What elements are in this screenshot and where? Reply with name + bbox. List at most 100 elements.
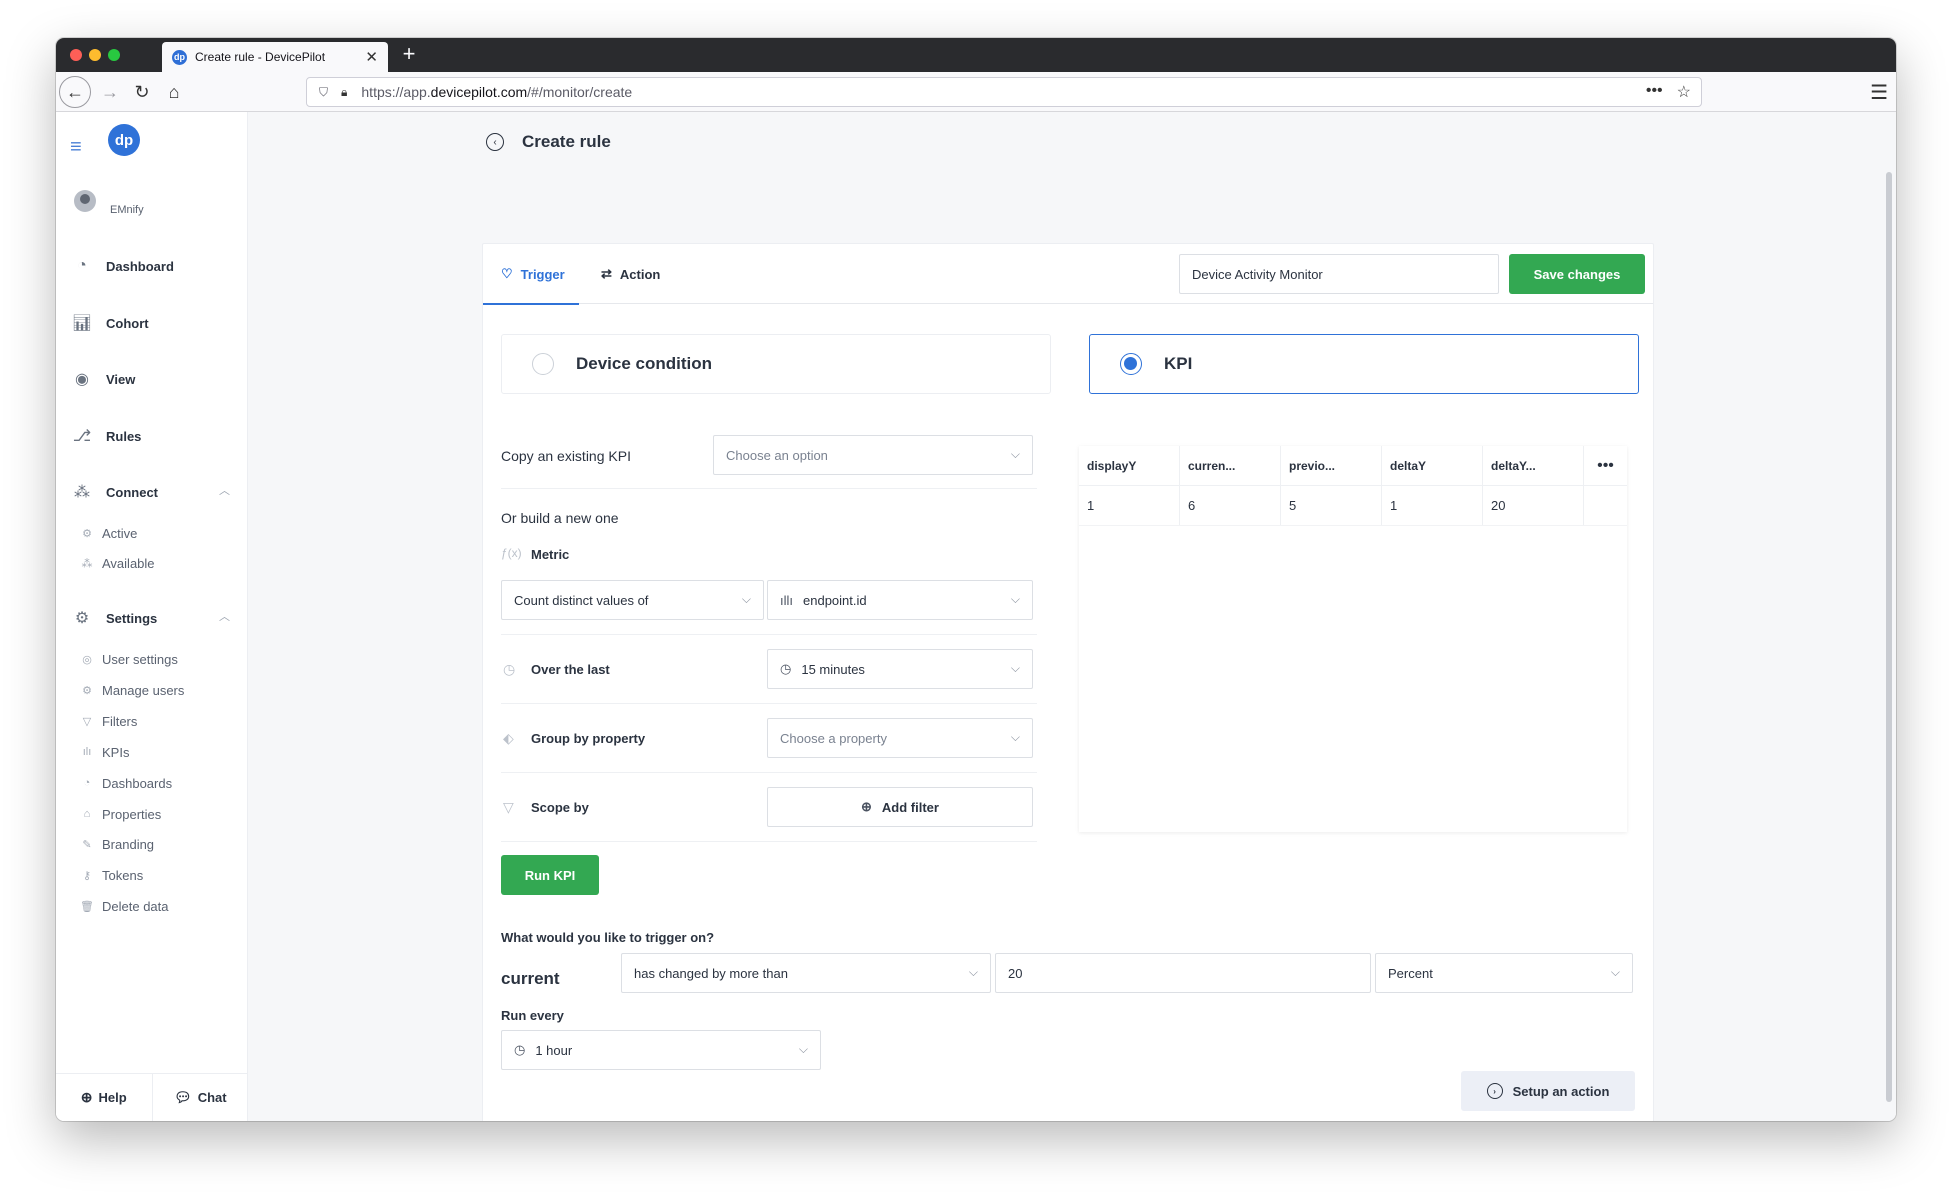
clock-icon: ◷ (780, 661, 792, 676)
device-condition-option[interactable]: Device condition (501, 334, 1051, 394)
forward-button[interactable]: → (94, 76, 126, 108)
address-bar[interactable]: ⛉ 🔒︎ https://app.devicepilot.com/#/monit… (306, 77, 1702, 107)
sidebar-item-view[interactable]: ◉ View (70, 365, 240, 393)
sidebar-subitem-manage-users[interactable]: ⚙ Manage users (80, 680, 184, 700)
kpi-option[interactable]: KPI (1089, 334, 1639, 394)
sidebar-footer: ⊕ Help 💬︎ Chat (56, 1073, 248, 1121)
close-window-button[interactable] (70, 49, 82, 61)
page-header: ‹ Create rule (486, 132, 611, 152)
back-button[interactable]: ← (59, 76, 91, 108)
sidebar-item-label: View (106, 371, 136, 387)
sidebar-subitem-label: Delete data (102, 898, 169, 914)
home-button[interactable]: ⌂ (158, 76, 190, 108)
page-title: Create rule (522, 132, 611, 151)
lock-icon[interactable]: 🔒︎ (341, 85, 347, 100)
swap-arrows-icon: ⇄ (601, 266, 612, 281)
chevron-up-icon[interactable]: ︿ (219, 608, 230, 624)
sidebar-item-cohort[interactable]: 📊︎ Cohort (70, 309, 240, 337)
sidebar-subitem-branding[interactable]: ✎ Branding (80, 834, 154, 854)
network-icon: ⁂ (74, 484, 90, 501)
network-icon: ⁂ (81, 557, 93, 570)
tracking-shield-icon[interactable]: ⛉ (319, 85, 333, 99)
sidebar-subitem-available[interactable]: ⁂ Available (80, 553, 155, 573)
metric-field-select[interactable]: ıllı endpoint.id ⌵ (767, 580, 1033, 620)
sidebar-item-settings[interactable]: ⚙ Settings ︿ (70, 604, 240, 632)
sidebar-item-rules[interactable]: ⎇ Rules (70, 422, 240, 450)
sidebar-subitem-tokens[interactable]: ⚷ Tokens (80, 865, 143, 885)
reload-button[interactable]: ↻ (126, 76, 158, 108)
run-kpi-button[interactable]: Run KPI (501, 855, 599, 895)
bookmark-star-icon[interactable]: ☆ (1677, 82, 1691, 102)
devicepilot-logo[interactable]: dp (108, 124, 140, 156)
page-actions-icon[interactable]: ••• (1646, 82, 1663, 102)
chevron-down-icon: ⌵ (1610, 965, 1620, 979)
back-arrow-icon[interactable]: ‹ (486, 133, 504, 151)
threshold-input[interactable] (995, 953, 1371, 993)
sidebar-subitem-delete-data[interactable]: 🗑︎ Delete data (80, 896, 169, 916)
sidebar-subitem-filters[interactable]: ▽ Filters (80, 711, 138, 731)
user-name[interactable]: EMnify (110, 204, 144, 216)
setup-action-button[interactable]: › Setup an action (1461, 1071, 1635, 1111)
hamburger-menu-icon[interactable]: ≡ (70, 136, 82, 159)
chevron-up-icon[interactable]: ︿ (219, 482, 230, 498)
sidebar-subitem-label: Filters (102, 713, 138, 729)
table-header-cell[interactable]: deltaY (1382, 446, 1483, 485)
sidebar-subitem-active[interactable]: ⚙ Active (80, 523, 137, 543)
browser-menu-icon[interactable]: ☰ (1870, 80, 1888, 105)
condition-operator-select[interactable]: has changed by more than ⌵ (621, 953, 991, 993)
trigger-question-label: What would you like to trigger on? (501, 930, 715, 945)
rule-editor-card: ♡ Trigger ⇄ Action Save changes Device c… (482, 243, 1654, 1121)
device-condition-radio[interactable] (532, 353, 554, 375)
brush-icon: ✎ (82, 838, 92, 851)
table-cell: 1 (1382, 486, 1483, 525)
add-filter-label: Add filter (881, 799, 939, 815)
condition-operator-value: has changed by more than (634, 965, 788, 981)
add-filter-button[interactable]: ⊕ Add filter (767, 787, 1033, 827)
table-header-cell[interactable]: displayY (1079, 446, 1180, 485)
chat-button[interactable]: 💬︎ Chat (151, 1074, 249, 1121)
unit-value: Percent (1388, 965, 1433, 981)
time-window-select[interactable]: ◷ 15 minutes ⌵ (767, 649, 1033, 689)
new-tab-button[interactable]: + (396, 42, 422, 68)
bar-chart-icon: 📊︎ (71, 315, 93, 332)
navigation-toolbar: ← → ↻ ⌂ ⛉ 🔒︎ https://app.devicepilot.com… (56, 72, 1896, 112)
plus-circle-icon: ⊕ (861, 799, 872, 814)
run-every-select[interactable]: ◷ 1 hour ⌵ (501, 1030, 821, 1070)
tab-strip: dp Create rule - DevicePilot ✕ + (56, 38, 1896, 72)
maximize-window-button[interactable] (108, 49, 120, 61)
table-header-cell[interactable]: curren... (1180, 446, 1281, 485)
condition-subject-label: current (501, 969, 560, 988)
sidebar-item-connect[interactable]: ⁂ Connect ︿ (70, 478, 240, 506)
group-by-select[interactable]: Choose a property ⌵ (767, 718, 1033, 758)
tab-action[interactable]: ⇄ Action (601, 244, 660, 304)
gauge-icon: ◔ (83, 777, 91, 789)
sidebar-item-dashboard[interactable]: ◔ Dashboard (70, 252, 240, 280)
table-cell: 20 (1483, 486, 1584, 525)
sidebar-subitem-kpis[interactable]: ılı KPIs (80, 742, 130, 762)
sidebar-subitem-dashboards[interactable]: ◔ Dashboards (80, 773, 172, 793)
metric-function-select[interactable]: Count distinct values of ⌵ (501, 580, 764, 620)
scrollbar[interactable] (1886, 172, 1892, 1102)
rule-name-input[interactable] (1179, 254, 1499, 294)
sidebar-subitem-properties[interactable]: ⌂ Properties (80, 804, 162, 824)
help-button[interactable]: ⊕ Help (56, 1074, 152, 1121)
sidebar-item-label: Dashboard (106, 258, 174, 274)
table-header-cell[interactable]: previo... (1281, 446, 1382, 485)
chevron-down-icon: ⌵ (798, 1042, 808, 1056)
unit-select[interactable]: Percent ⌵ (1375, 953, 1633, 993)
divider (501, 634, 1037, 635)
divider (501, 841, 1037, 842)
copy-kpi-select[interactable]: Choose an option ⌵ (713, 435, 1033, 475)
browser-tab[interactable]: dp Create rule - DevicePilot ✕ (162, 42, 388, 72)
close-tab-icon[interactable]: ✕ (365, 48, 378, 66)
more-options-icon[interactable]: ••• (1584, 446, 1627, 485)
avatar[interactable] (74, 190, 96, 212)
tab-trigger[interactable]: ♡ Trigger (483, 244, 579, 305)
table-header-cell[interactable]: deltaY... (1483, 446, 1584, 485)
save-changes-button[interactable]: Save changes (1509, 254, 1645, 294)
minimize-window-button[interactable] (89, 49, 101, 61)
run-every-value: 1 hour (535, 1042, 573, 1058)
sidebar-subitem-user-settings[interactable]: ◎ User settings (80, 649, 178, 669)
kpi-radio[interactable] (1120, 353, 1142, 375)
help-label: Help (98, 1090, 127, 1105)
